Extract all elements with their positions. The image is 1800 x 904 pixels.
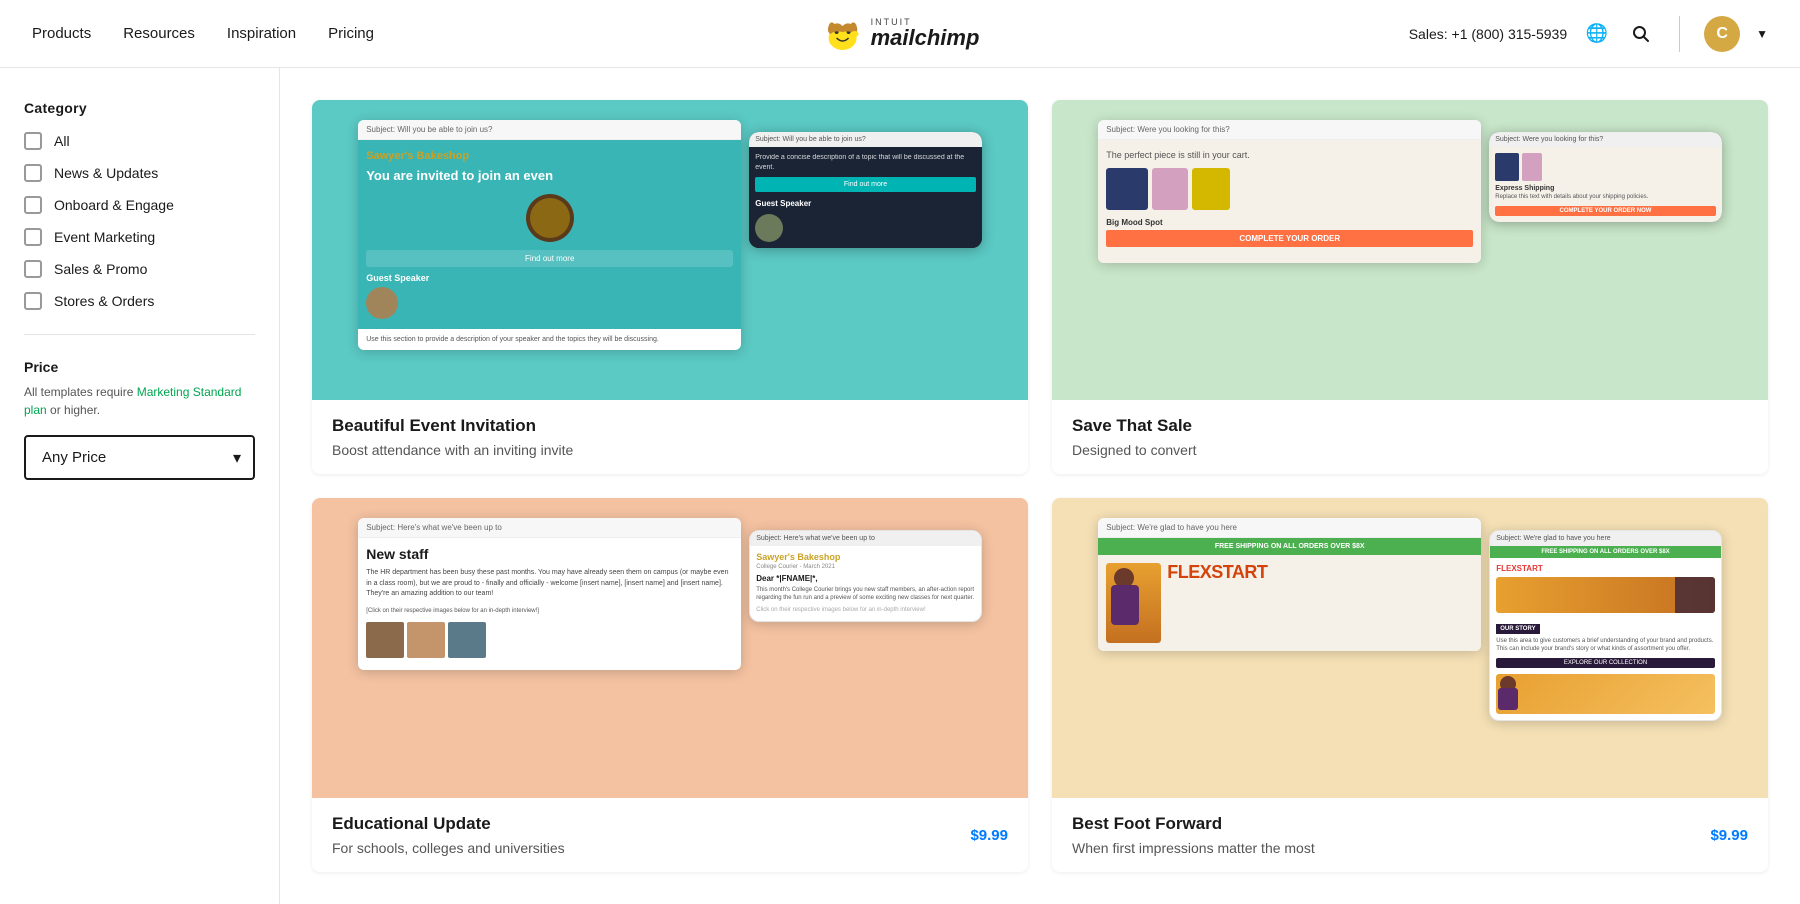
nav-left: Products Resources Inspiration Pricing — [32, 25, 374, 42]
card-description: When first impressions matter the most — [1072, 840, 1315, 856]
filter-news-updates-label: News & Updates — [54, 165, 158, 181]
checkbox-onboard-engage[interactable] — [24, 196, 42, 214]
card-beautiful-event-invitation[interactable]: Subject: Will you be able to join us? Sa… — [312, 100, 1028, 474]
card-info: Beautiful Event Invitation Boost attenda… — [312, 400, 1028, 474]
card-price: $9.99 — [970, 827, 1008, 844]
filter-all-label: All — [54, 133, 70, 149]
card-title: Beautiful Event Invitation — [332, 416, 1008, 436]
filter-onboard-engage[interactable]: Onboard & Engage — [24, 196, 255, 214]
email-preview-main: Subject: Were you looking for this? The … — [1098, 120, 1481, 263]
card-price: $9.99 — [1710, 827, 1748, 844]
phone-preview: Subject: Were you looking for this? Expr… — [1489, 132, 1722, 222]
filter-event-marketing-label: Event Marketing — [54, 229, 155, 245]
filter-news-updates[interactable]: News & Updates — [24, 164, 255, 182]
card-info: Best Foot Forward When first impressions… — [1052, 798, 1768, 872]
phone-preview: Subject: We're glad to have you here FRE… — [1489, 530, 1722, 721]
user-menu[interactable]: ▼ — [1756, 27, 1768, 41]
sidebar-divider — [24, 334, 255, 335]
email-preview-main: Subject: Will you be able to join us? Sa… — [358, 120, 741, 350]
card-title: Best Foot Forward — [1072, 814, 1315, 834]
nav-inspiration[interactable]: Inspiration — [227, 25, 296, 42]
price-title: Price — [24, 359, 255, 375]
sidebar: Category All News & Updates Onboard & En… — [0, 68, 280, 904]
card-description: For schools, colleges and universities — [332, 840, 565, 856]
avatar[interactable]: C — [1704, 16, 1740, 52]
filter-onboard-engage-label: Onboard & Engage — [54, 197, 174, 213]
filter-stores-orders-label: Stores & Orders — [54, 293, 154, 309]
card-description: Boost attendance with an inviting invite — [332, 442, 1008, 458]
content-area: Subject: Will you be able to join us? Sa… — [280, 68, 1800, 904]
main-layout: Category All News & Updates Onboard & En… — [0, 68, 1800, 904]
logo[interactable]: Intuit mailchimp — [821, 12, 980, 56]
email-preview-main: Subject: Here's what we've been up to Ne… — [358, 518, 741, 670]
phone-preview: Subject: Here's what we've been up to Sa… — [749, 530, 982, 622]
filter-stores-orders[interactable]: Stores & Orders — [24, 292, 255, 310]
card-title: Save That Sale — [1072, 416, 1748, 436]
card-best-foot-forward[interactable]: Subject: We're glad to have you here FRE… — [1052, 498, 1768, 872]
card-info: Save That Sale Designed to convert — [1052, 400, 1768, 474]
card-info: Educational Update For schools, colleges… — [312, 798, 1028, 872]
header: Products Resources Inspiration Pricing I… — [0, 0, 1800, 68]
price-section: Price All templates require Marketing St… — [24, 359, 255, 480]
card-description: Designed to convert — [1072, 442, 1748, 458]
price-select[interactable]: Any Price Free Paid — [24, 435, 255, 480]
checkbox-stores-orders[interactable] — [24, 292, 42, 310]
filter-sales-promo-label: Sales & Promo — [54, 261, 147, 277]
price-select-wrapper: Any Price Free Paid ▾ — [24, 435, 255, 480]
sales-phone: Sales: +1 (800) 315-5939 — [1409, 26, 1567, 42]
language-icon[interactable]: 🌐 — [1583, 20, 1611, 48]
checkbox-sales-promo[interactable] — [24, 260, 42, 278]
checkbox-all[interactable] — [24, 132, 42, 150]
category-title: Category — [24, 100, 255, 116]
checkbox-event-marketing[interactable] — [24, 228, 42, 246]
phone-preview: Subject: Will you be able to join us? Pr… — [749, 132, 982, 248]
header-right: Sales: +1 (800) 315-5939 🌐 C ▼ — [1409, 16, 1768, 52]
card-educational-update[interactable]: Subject: Here's what we've been up to Ne… — [312, 498, 1028, 872]
header-divider — [1679, 16, 1680, 52]
card-save-that-sale[interactable]: Subject: Were you looking for this? The … — [1052, 100, 1768, 474]
price-note: All templates require Marketing Standard… — [24, 383, 255, 419]
nav-products[interactable]: Products — [32, 25, 91, 42]
card-title: Educational Update — [332, 814, 565, 834]
mailchimp-logo-icon — [821, 12, 865, 56]
email-preview-main: Subject: We're glad to have you here FRE… — [1098, 518, 1481, 651]
search-icon[interactable] — [1627, 20, 1655, 48]
nav-resources[interactable]: Resources — [123, 25, 195, 42]
nav-pricing[interactable]: Pricing — [328, 25, 374, 42]
checkbox-news-updates[interactable] — [24, 164, 42, 182]
filter-all[interactable]: All — [24, 132, 255, 150]
cards-grid: Subject: Will you be able to join us? Sa… — [312, 100, 1768, 872]
chevron-down-icon: ▼ — [1756, 27, 1768, 41]
logo-wordmark: mailchimp — [871, 27, 980, 49]
filter-sales-promo[interactable]: Sales & Promo — [24, 260, 255, 278]
filter-event-marketing[interactable]: Event Marketing — [24, 228, 255, 246]
